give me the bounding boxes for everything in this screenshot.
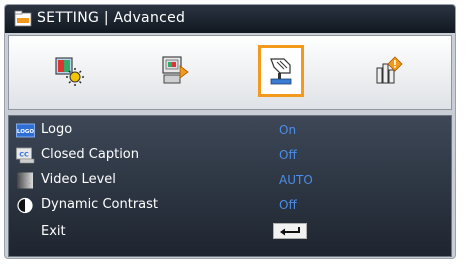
menu-label-logo: Logo <box>41 122 73 137</box>
menu-row-closed-caption[interactable]: CC Closed Caption Off <box>9 143 451 168</box>
dynamic-contrast-icon <box>17 197 33 214</box>
video-level-icon <box>17 172 33 189</box>
enter-key-icon[interactable] <box>273 223 307 239</box>
tab-setting[interactable] <box>258 45 304 97</box>
hand-pointer-settings-icon <box>270 58 292 85</box>
cc-icon-text: CC <box>19 151 29 159</box>
menu-label-exit: Exit <box>41 224 66 239</box>
tab-image[interactable] <box>46 45 92 97</box>
menu-row-video-level[interactable]: Video Level AUTO <box>9 168 451 193</box>
menu-value-closed-caption: Off <box>279 148 297 162</box>
settings-list: LOGO Logo On CC Closed Caption Off Video… <box>8 115 452 257</box>
projector-setup-icon <box>162 56 189 84</box>
menu-row-exit[interactable]: Exit <box>9 220 451 245</box>
category-tab-bar <box>8 35 452 110</box>
osd-menu-window: SETTING | Advanced LOGO Logo On CC Close… <box>4 4 456 259</box>
closed-caption-icon: CC <box>16 147 35 164</box>
menu-value-video-level: AUTO <box>279 173 313 187</box>
menu-value-logo: On <box>279 123 297 137</box>
display-brightness-icon <box>55 57 84 86</box>
logo-icon: LOGO <box>16 123 35 138</box>
menu-label-dynamic-contrast: Dynamic Contrast <box>41 197 159 212</box>
setting-folder-icon <box>14 10 32 27</box>
menu-value-dynamic-contrast: Off <box>279 198 297 212</box>
tab-display[interactable] <box>152 45 198 97</box>
logo-icon-text: LOGO <box>17 129 34 135</box>
title-bar: SETTING | Advanced <box>5 5 455 33</box>
menu-label-closed-caption: Closed Caption <box>41 147 139 162</box>
menu-label-video-level: Video Level <box>41 172 116 187</box>
menu-row-dynamic-contrast[interactable]: Dynamic Contrast Off <box>9 193 451 218</box>
tab-options[interactable] <box>365 45 411 97</box>
page-title: SETTING | Advanced <box>37 10 186 26</box>
info-diamond-icon <box>376 56 403 84</box>
menu-row-logo[interactable]: LOGO Logo On <box>9 118 451 143</box>
